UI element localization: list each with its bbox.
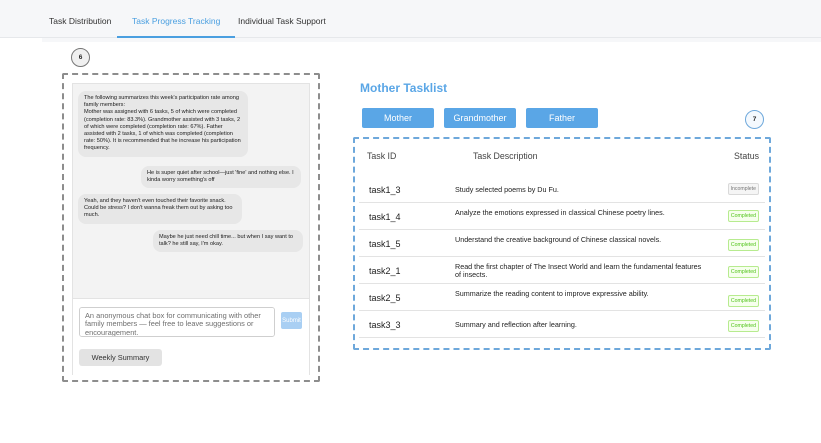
weekly-summary-button[interactable]: Weekly Summary [79,349,162,366]
task-table: Task ID Task Description Status task1_3 … [353,137,771,350]
table-row: task2_1 Read the first chapter of The In… [359,258,765,284]
chat-window: The following summarizes this week's par… [72,83,310,375]
status-badge: Completed [727,320,759,332]
task-id: task3_3 [369,320,401,330]
chat-message-right: He is super quiet after school—just 'fin… [141,166,301,189]
chat-panel: The following summarizes this week's par… [62,73,320,382]
tasklist-title: Mother Tasklist [360,81,448,95]
task-description: Summary and reflection after learning. [455,320,577,329]
task-id: task1_5 [369,239,401,249]
step-marker-chat: 6 [71,48,90,67]
task-id: task1_3 [369,185,401,195]
submit-button[interactable]: Submit [281,312,302,329]
tab-individual-task-support[interactable]: Individual Task Support [238,0,326,38]
column-header-status: Status [734,151,759,161]
task-id: task1_4 [369,212,401,222]
table-row: task1_3 Study selected poems by Du Fu. I… [359,177,765,203]
table-row: task1_4 Analyze the emotions expressed i… [359,204,765,230]
chat-composer: Submit Weekly Summary [73,298,309,375]
header-strip [42,38,821,42]
status-badge: Incomplete [727,183,759,195]
chat-message-left: Yeah, and they haven't even touched thei… [78,194,242,224]
status-badge: Completed [727,210,759,222]
status-badge: Completed [727,266,759,278]
status-badge: Completed [727,239,759,251]
task-description: Study selected poems by Du Fu. [455,185,559,194]
status-badge: Completed [727,295,759,307]
table-row: task3_3 Summary and reflection after lea… [359,312,765,338]
anonymous-chat-input[interactable] [79,307,275,337]
member-button-grandmother[interactable]: Grandmother [444,108,516,128]
task-description: Summarize the reading content to improve… [455,289,649,298]
member-button-mother[interactable]: Mother [362,108,434,128]
chat-message-summary: The following summarizes this week's par… [78,91,248,157]
task-id: task2_1 [369,266,401,276]
column-header-task-id: Task ID [367,151,397,161]
tab-bar: Task Distribution Task Progress Tracking… [0,0,821,38]
task-description: Understand the creative background of Ch… [455,235,662,244]
task-description: Analyze the emotions expressed in classi… [455,208,665,217]
column-header-task-description: Task Description [473,151,538,161]
tab-task-distribution[interactable]: Task Distribution [49,0,111,38]
step-marker-tasks: 7 [745,110,764,129]
member-button-father[interactable]: Father [526,108,598,128]
table-row: task2_5 Summarize the reading content to… [359,285,765,311]
chat-message-right: Maybe he just need chill time... but whe… [153,230,303,253]
task-description: Read the first chapter of The Insect Wor… [455,262,702,279]
tab-task-progress-tracking[interactable]: Task Progress Tracking [117,0,236,38]
task-id: task2_5 [369,293,401,303]
table-row: task1_5 Understand the creative backgrou… [359,231,765,257]
